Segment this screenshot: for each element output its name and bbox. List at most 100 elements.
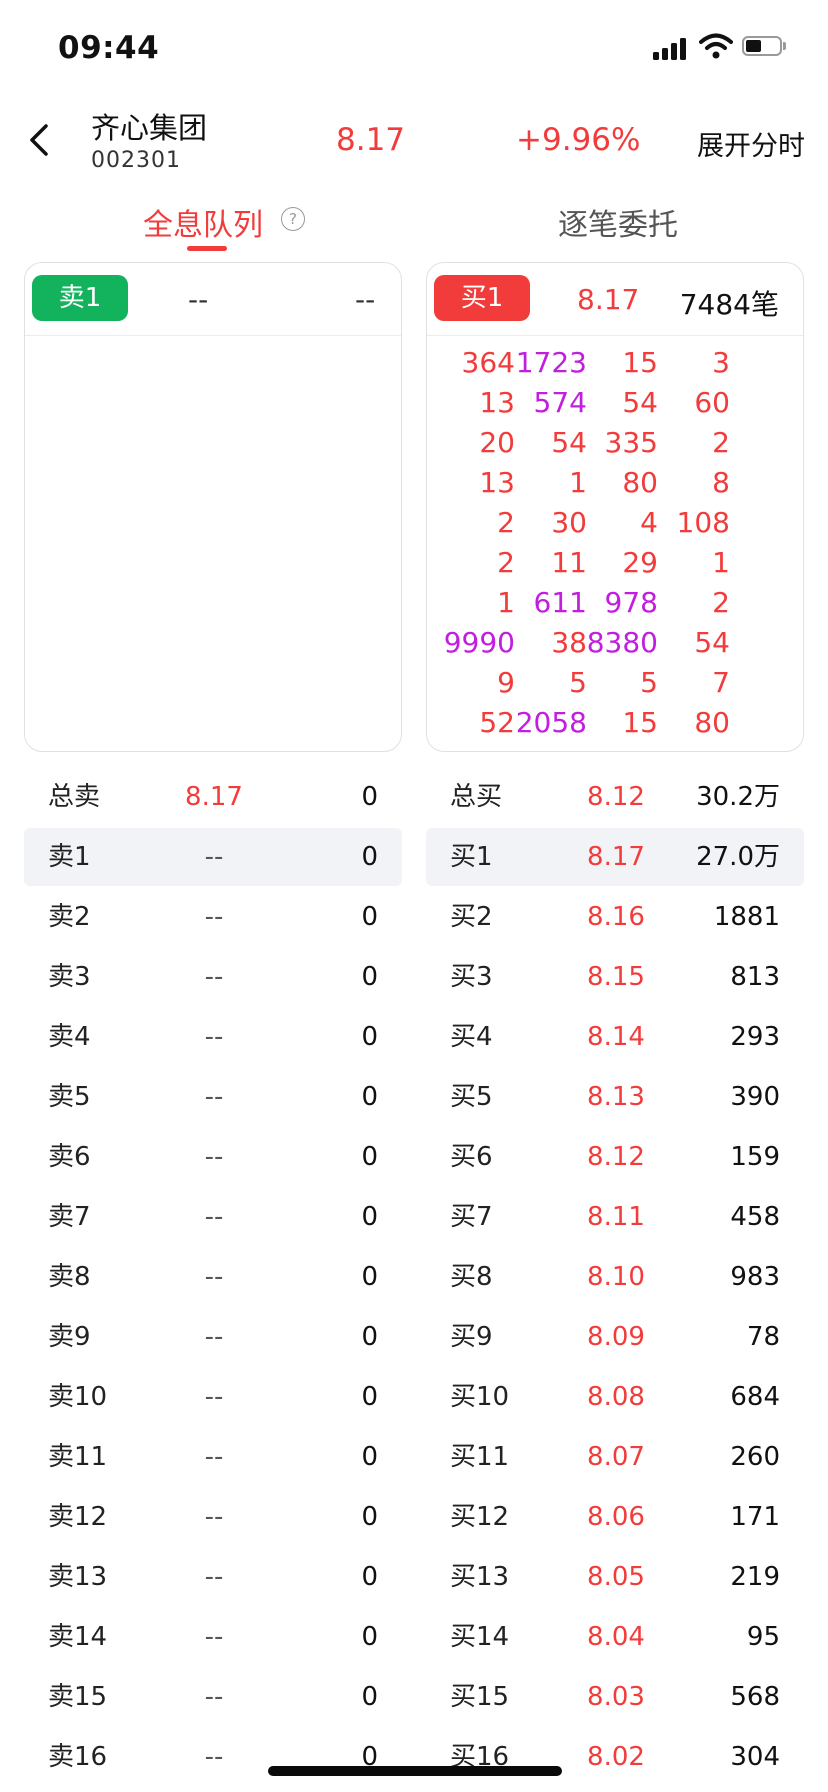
buy-depth-label: 买4	[450, 1022, 493, 1052]
status-time: 09:44	[58, 30, 160, 66]
expand-timeshare-button[interactable]: 展开分时	[697, 124, 805, 163]
buy-depth-label: 买11	[450, 1442, 510, 1472]
sell-depth-price: --	[204, 1022, 224, 1052]
buy-depth-price: 8.04	[587, 1622, 645, 1652]
sell-depth-row: 卖16 -- 0	[24, 1728, 402, 1786]
sell-depth-volume: 0	[361, 1442, 378, 1472]
buy-1-badge[interactable]: 买1	[434, 275, 530, 321]
sell-depth-label: 卖10	[48, 1382, 108, 1412]
sell-depth-volume: 0	[361, 1022, 378, 1052]
stock-name: 齐心集团	[91, 111, 208, 145]
sell-depth-label: 卖11	[48, 1442, 108, 1472]
buy-depth-label: 买10	[450, 1382, 510, 1412]
buy-depth-price: 8.17	[587, 842, 645, 872]
buy-depth-volume: 78	[746, 1322, 780, 1352]
buy-depth-label: 买15	[450, 1682, 510, 1712]
queue-row: 1 611 978 2	[427, 583, 803, 623]
tab-active-indicator	[187, 246, 227, 251]
sell-depth-price: --	[204, 1622, 224, 1652]
buy-depth-row: 总买 8.12 30.2万	[426, 768, 804, 826]
buy-depth-row: 买4 8.14 293	[426, 1008, 804, 1066]
buy-depth-row: 买13 8.05 219	[426, 1548, 804, 1606]
buy-depth-row: 买1 8.17 27.0万	[426, 828, 804, 886]
sell-depth-price: --	[204, 1682, 224, 1712]
queue-order-size: 3	[712, 346, 730, 379]
sell-depth-volume: 0	[361, 1382, 378, 1412]
queue-order-size: 108	[676, 506, 730, 539]
tab-full-queue[interactable]: 全息队列	[143, 200, 263, 244]
sell-depth-label: 卖12	[48, 1502, 108, 1532]
home-indicator	[268, 1766, 562, 1776]
buy-depth-label: 买5	[450, 1082, 493, 1112]
sell-depth-price: 8.17	[185, 782, 243, 812]
sell-depth-row: 卖13 -- 0	[24, 1548, 402, 1606]
buy-depth-price: 8.14	[587, 1022, 645, 1052]
wifi-icon	[699, 33, 733, 59]
buy-depth-volume: 30.2万	[696, 782, 780, 812]
buy-depth-row: 买2 8.16 1881	[426, 888, 804, 946]
sell-depth-row: 卖6 -- 0	[24, 1128, 402, 1186]
queue-order-size: 54	[694, 626, 730, 659]
sell-depth-row: 卖10 -- 0	[24, 1368, 402, 1426]
sell-depth-label: 卖5	[48, 1082, 91, 1112]
sell-depth-label: 卖3	[48, 962, 91, 992]
sell-queue-card: 卖1 -- --	[24, 262, 402, 752]
sell-depth-label: 卖4	[48, 1022, 91, 1052]
sell-depth-price: --	[204, 842, 224, 872]
sell-depth-row: 卖7 -- 0	[24, 1188, 402, 1246]
buy-depth-label: 买14	[450, 1622, 510, 1652]
buy-depth-row: 买9 8.09 78	[426, 1308, 804, 1366]
sell-depth-volume: 0	[361, 1082, 378, 1112]
help-icon[interactable]: ?	[281, 207, 305, 231]
sell-depth-row: 卖11 -- 0	[24, 1428, 402, 1486]
queue-order-size: 2	[712, 586, 730, 619]
sell-depth-row: 卖12 -- 0	[24, 1488, 402, 1546]
buy-depth-label: 买9	[450, 1322, 493, 1352]
sell-depth-volume: 0	[361, 1622, 378, 1652]
queue-row: 20 54 335 2	[427, 423, 803, 463]
sell-depth-row: 卖15 -- 0	[24, 1668, 402, 1726]
buy-depth-row: 买6 8.12 159	[426, 1128, 804, 1186]
tab-order-by-order[interactable]: 逐笔委托	[558, 200, 678, 244]
buy-depth-volume: 304	[730, 1742, 780, 1772]
buy-depth-row: 买10 8.08 684	[426, 1368, 804, 1426]
sell-depth-row: 卖9 -- 0	[24, 1308, 402, 1366]
sell-depth-price: --	[204, 1322, 224, 1352]
queue-row: 9557	[427, 663, 803, 703]
sell-depth-price: --	[204, 1742, 224, 1772]
sell-depth-volume: 0	[361, 1202, 378, 1232]
sell-depth-volume: 0	[361, 1742, 378, 1772]
sell-depth-label: 卖8	[48, 1262, 91, 1292]
buy-depth-row: 买3 8.15 813	[426, 948, 804, 1006]
buy-depth-price: 8.13	[587, 1082, 645, 1112]
buy-depth-volume: 390	[730, 1082, 780, 1112]
sell-depth-label: 卖2	[48, 902, 91, 932]
price-change-percent: +9.96%	[516, 122, 641, 158]
sell-depth-label: 卖14	[48, 1622, 108, 1652]
buy-depth-row: 买7 8.11 458	[426, 1188, 804, 1246]
sell-depth-price: --	[204, 1382, 224, 1412]
buy-depth-label: 买1	[450, 842, 493, 872]
sell-depth-label: 卖15	[48, 1682, 108, 1712]
sell-depth-row: 卖1 -- 0	[24, 828, 402, 886]
queue-order-size: 2	[712, 426, 730, 459]
buy-depth-label: 买16	[450, 1742, 510, 1772]
sell-depth-label: 卖13	[48, 1562, 108, 1592]
buy-depth-label: 买8	[450, 1262, 493, 1292]
queue-order-size: 8	[712, 466, 730, 499]
sell-1-badge[interactable]: 卖1	[32, 275, 128, 321]
back-arrow-icon[interactable]	[26, 122, 56, 158]
sell-depth-label: 卖7	[48, 1202, 91, 1232]
buy-depth-price: 8.10	[587, 1262, 645, 1292]
queue-row: 364 1723 15 3	[427, 343, 803, 383]
sell-card-count: --	[355, 283, 376, 316]
buy-depth-price: 8.12	[587, 782, 645, 812]
buy-depth-row: 买16 8.02 304	[426, 1728, 804, 1786]
buy-depth-volume: 293	[730, 1022, 780, 1052]
buy-depth-price: 8.02	[587, 1742, 645, 1772]
sell-depth-price: --	[204, 1262, 224, 1292]
sell-card-header: 卖1 -- --	[25, 263, 401, 336]
battery-icon	[742, 36, 788, 58]
buy-depth-price: 8.11	[587, 1202, 645, 1232]
buy-depth-label: 买2	[450, 902, 493, 932]
